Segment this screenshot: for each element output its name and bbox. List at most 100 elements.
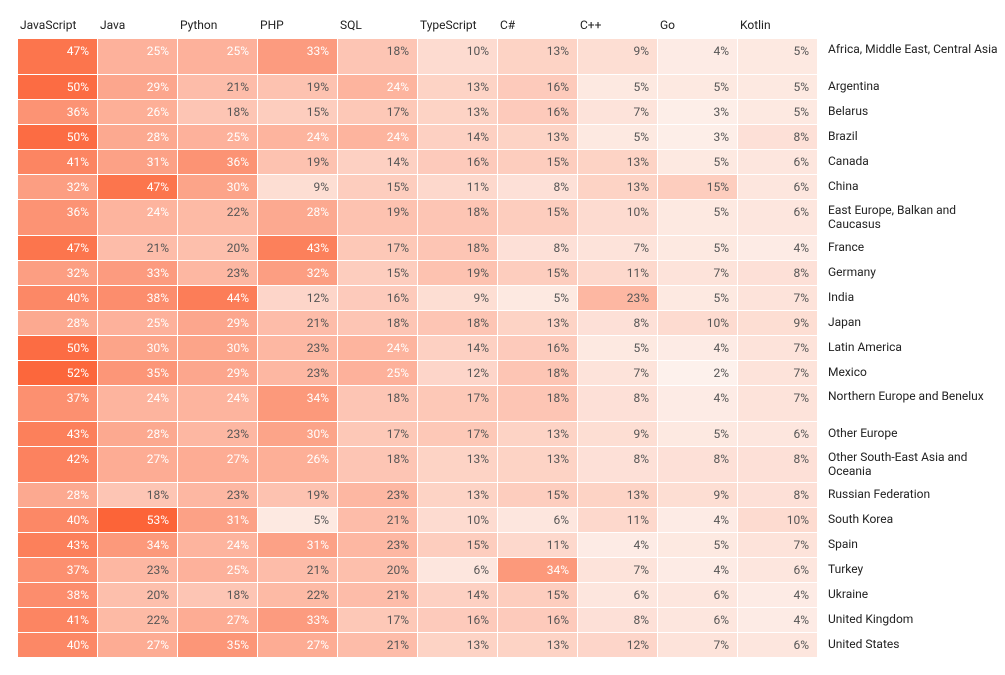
heatmap-cell: 8%: [498, 235, 578, 260]
row-label: Brazil: [818, 124, 998, 149]
heatmap-cell: 24%: [338, 124, 418, 149]
heatmap-cell: 21%: [338, 507, 418, 532]
heatmap-cell: 28%: [98, 421, 178, 446]
heatmap-cell: 23%: [338, 532, 418, 557]
heatmap-cell: 13%: [498, 446, 578, 482]
heatmap-cell: 13%: [418, 74, 498, 99]
heatmap-cell: 29%: [98, 74, 178, 99]
heatmap-cell: 6%: [418, 557, 498, 582]
row-label: Turkey: [818, 557, 998, 582]
heatmap-cell: 7%: [738, 360, 818, 385]
heatmap-cell: 17%: [418, 385, 498, 421]
heatmap-cell: 50%: [18, 124, 98, 149]
heatmap-cell: 27%: [258, 632, 338, 657]
heatmap-cell: 29%: [178, 360, 258, 385]
heatmap-cell: 8%: [578, 446, 658, 482]
column-header: Python: [178, 18, 258, 38]
heatmap-cell: 36%: [18, 199, 98, 235]
heatmap-cell: 26%: [98, 99, 178, 124]
heatmap-cell: 31%: [258, 532, 338, 557]
heatmap-cell: 2%: [658, 360, 738, 385]
heatmap-cell: 18%: [178, 99, 258, 124]
heatmap-cell: 5%: [658, 421, 738, 446]
heatmap-cell: 13%: [578, 482, 658, 507]
heatmap-cell: 13%: [498, 124, 578, 149]
heatmap-cell: 10%: [418, 507, 498, 532]
heatmap-cell: 13%: [418, 99, 498, 124]
heatmap-cell: 52%: [18, 360, 98, 385]
row-label: Other Europe: [818, 421, 998, 446]
heatmap-cell: 9%: [418, 285, 498, 310]
row-label: France: [818, 235, 998, 260]
heatmap-cell: 40%: [18, 507, 98, 532]
heatmap-cell: 13%: [498, 310, 578, 335]
heatmap-cell: 33%: [258, 38, 338, 74]
row-label: Northern Europe and Benelux: [818, 385, 998, 421]
heatmap-cell: 6%: [578, 582, 658, 607]
column-header: PHP: [258, 18, 338, 38]
heatmap-cell: 17%: [338, 99, 418, 124]
heatmap-cell: 5%: [738, 99, 818, 124]
heatmap-cell: 30%: [258, 421, 338, 446]
heatmap-cell: 23%: [178, 421, 258, 446]
column-header: Kotlin: [738, 18, 818, 38]
heatmap-cell: 24%: [258, 124, 338, 149]
heatmap-cell: 6%: [738, 174, 818, 199]
heatmap-cell: 6%: [738, 421, 818, 446]
heatmap-cell: 23%: [338, 482, 418, 507]
row-label: South Korea: [818, 507, 998, 532]
row-label: China: [818, 174, 998, 199]
heatmap-cell: 28%: [98, 124, 178, 149]
heatmap-cell: 15%: [338, 174, 418, 199]
heatmap-cell: 4%: [738, 235, 818, 260]
heatmap-cell: 13%: [418, 632, 498, 657]
heatmap-cell: 25%: [178, 38, 258, 74]
heatmap-cell: 40%: [18, 285, 98, 310]
row-label: United Kingdom: [818, 607, 998, 632]
column-header: C#: [498, 18, 578, 38]
heatmap-cell: 10%: [578, 199, 658, 235]
heatmap-cell: 7%: [738, 385, 818, 421]
heatmap-cell: 7%: [578, 360, 658, 385]
heatmap-cell: 30%: [178, 174, 258, 199]
heatmap-cell: 50%: [18, 74, 98, 99]
heatmap-cell: 16%: [418, 149, 498, 174]
heatmap-cell: 19%: [258, 74, 338, 99]
heatmap-cell: 23%: [178, 482, 258, 507]
heatmap-cell: 5%: [658, 532, 738, 557]
heatmap-cell: 7%: [578, 557, 658, 582]
heatmap-cell: 4%: [658, 385, 738, 421]
heatmap-cell: 18%: [498, 360, 578, 385]
row-label: India: [818, 285, 998, 310]
heatmap-cell: 24%: [98, 385, 178, 421]
heatmap-cell: 28%: [18, 482, 98, 507]
heatmap-cell: 20%: [98, 582, 178, 607]
heatmap-cell: 17%: [338, 607, 418, 632]
heatmap-cell: 4%: [738, 582, 818, 607]
heatmap-cell: 35%: [178, 632, 258, 657]
heatmap-cell: 16%: [498, 99, 578, 124]
heatmap-cell: 33%: [258, 607, 338, 632]
heatmap-cell: 6%: [498, 507, 578, 532]
heatmap-cell: 7%: [578, 99, 658, 124]
heatmap-cell: 22%: [258, 582, 338, 607]
heatmap-cell: 25%: [178, 557, 258, 582]
row-label: Belarus: [818, 99, 998, 124]
heatmap-cell: 15%: [498, 260, 578, 285]
heatmap-cell: 41%: [18, 149, 98, 174]
heatmap-cell: 14%: [338, 149, 418, 174]
column-header: Go: [658, 18, 738, 38]
heatmap-cell: 43%: [18, 532, 98, 557]
heatmap-cell: 19%: [258, 482, 338, 507]
heatmap-cell: 40%: [18, 632, 98, 657]
heatmap-cell: 26%: [258, 446, 338, 482]
heatmap-cell: 23%: [178, 260, 258, 285]
heatmap-cell: 24%: [338, 335, 418, 360]
heatmap-cell: 9%: [578, 421, 658, 446]
heatmap-cell: 8%: [498, 174, 578, 199]
heatmap-cell: 37%: [18, 557, 98, 582]
heatmap-cell: 27%: [178, 607, 258, 632]
heatmap-cell: 10%: [738, 507, 818, 532]
heatmap-cell: 20%: [338, 557, 418, 582]
heatmap-cell: 6%: [738, 199, 818, 235]
